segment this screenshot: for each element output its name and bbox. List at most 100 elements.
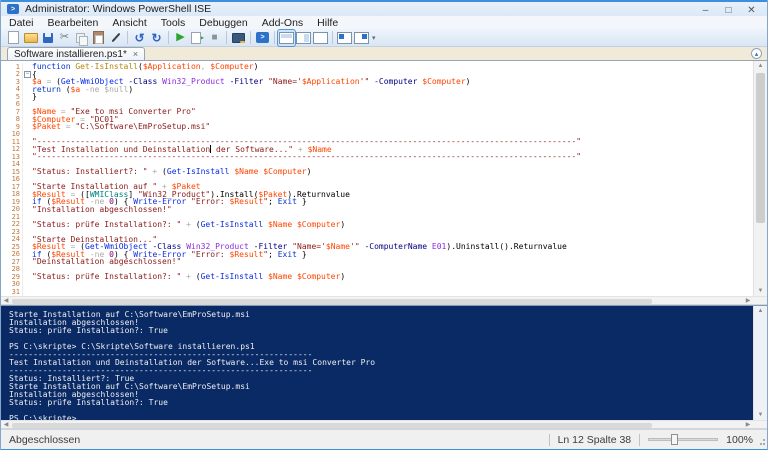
redo-icon[interactable]: ↻ [148,30,165,46]
tab-software-installieren[interactable]: Software installieren.ps1* × [7,47,145,60]
paste-icon[interactable] [90,30,107,46]
menu-bar: Datei Bearbeiten Ansicht Tools Debuggen Add-O… [1,16,767,29]
editor-horizontal-scrollbar[interactable]: ◀ ▶ [1,296,767,305]
console-scroll-down-icon[interactable]: ▼ [754,410,767,420]
status-bar: Abgeschlossen Ln 12 Spalte 38 100% [1,429,767,449]
console-scroll-up-icon[interactable]: ▲ [754,306,767,316]
layout-right-icon[interactable] [295,30,312,46]
toolbar-separator [332,31,333,44]
run-script-icon[interactable]: ▶ [172,30,189,46]
menu-hilfe[interactable]: Hilfe [317,17,338,29]
code-line[interactable]: 4return ($a -ne $null) [1,86,753,94]
code-line[interactable]: 31 [1,288,753,296]
zoom-slider-thumb[interactable] [671,434,678,445]
code-text: "Status: prüfe Installation?: " + (Get-I… [32,220,345,229]
status-separator [639,434,640,446]
menu-debuggen[interactable]: Debuggen [199,17,247,29]
console-scroll-right-icon[interactable]: ▶ [743,421,753,428]
code-line[interactable]: 15"Status: Installiert?: " + (Get-IsInst… [1,168,753,176]
line-column-indicator: Ln 12 Spalte 38 [558,434,632,446]
console-scroll-left-icon[interactable]: ◀ [1,421,11,428]
maximize-button[interactable]: □ [717,2,740,18]
console-line: Status: prüfe Installation?: True [9,399,767,407]
script-pane-toggle-button[interactable]: ▴ [751,48,762,59]
powershell-app-icon: > [7,4,19,14]
layout-max-icon[interactable] [312,30,329,46]
script-editor-pane[interactable]: 1function Get-IsInstall($Application, $C… [1,61,767,296]
window-title: Administrator: Windows PowerShell ISE [25,3,211,15]
toolbar-overflow-icon[interactable]: ▾ [372,34,376,42]
menu-tools[interactable]: Tools [161,17,186,29]
tab-label: Software installieren.ps1* [14,49,127,60]
undo-icon[interactable]: ↺ [131,30,148,46]
powershell-ise-window: > Administrator: Windows PowerShell ISE … [0,0,768,450]
code-text: $Paket = "C:\Software\EmProSetup.msi" [32,122,210,131]
title-bar[interactable]: > Administrator: Windows PowerShell ISE … [1,0,767,16]
zoom-slider[interactable] [648,438,718,441]
clear-console-icon[interactable] [107,30,124,46]
code-line[interactable]: 1function Get-IsInstall($Application, $C… [1,63,753,71]
save-icon[interactable] [39,30,56,46]
cut-icon[interactable]: ✂ [56,30,73,46]
code-line[interactable]: 9$Paket = "C:\Software\EmProSetup.msi" [1,123,753,131]
toolbar: ✂↺↻▶▶■>▾ [1,29,767,47]
code-text: "---------------------------------------… [32,152,581,161]
new-remote-tab-icon[interactable] [230,30,247,46]
code-line[interactable]: 5} [1,93,753,101]
scroll-left-icon[interactable]: ◀ [1,297,11,304]
menu-ansicht[interactable]: Ansicht [112,17,146,29]
new-script-icon[interactable] [5,30,22,46]
scroll-right-icon[interactable]: ▶ [743,297,753,304]
console-line: Status: prüfe Installation?: True [9,327,767,335]
status-text: Abgeschlossen [9,434,80,446]
console-hscroll-thumb[interactable] [12,423,652,428]
run-selection-icon[interactable]: ▶ [189,30,206,46]
code-text: "Status: Installiert?: " + (Get-IsInstal… [32,167,311,176]
line-number: 31 [1,288,23,296]
close-button[interactable]: ✕ [740,2,763,18]
code-text: "Status: prüfe Installation?: " + (Get-I… [32,272,345,281]
console-pane[interactable]: Starte Installation auf C:\Software\EmPr… [1,305,767,420]
stop-icon[interactable]: ■ [206,30,223,46]
console-horizontal-scrollbar[interactable]: ◀ ▶ [1,420,767,429]
editor-hscroll-thumb[interactable] [12,299,652,304]
open-script-icon[interactable] [22,30,39,46]
menu-bearbeiten[interactable]: Bearbeiten [48,17,99,29]
tab-strip: Software installieren.ps1* × ▴ [1,47,767,61]
code-text: return ($a -ne $null) [32,85,133,94]
fold-column: − [23,71,32,78]
code-line[interactable]: 20"Installation abgeschlossen!" [1,206,753,214]
toolbar-separator [168,31,169,44]
status-separator [549,434,550,446]
menu-datei[interactable]: Datei [9,17,34,29]
toolbar-separator [274,31,275,44]
code-line[interactable]: 30 [1,281,753,289]
resize-grip[interactable] [757,439,765,447]
code-text: "Deinstallation abgeschlossen!" [32,257,181,266]
code-line[interactable]: 22"Status: prüfe Installation?: " + (Get… [1,221,753,229]
tab-close-icon[interactable]: × [133,49,138,59]
scroll-down-icon[interactable]: ▼ [754,286,767,296]
copy-icon[interactable] [73,30,90,46]
script-pane-top-icon[interactable] [336,30,353,46]
console-line [9,407,767,415]
collapse-region-icon[interactable]: − [24,71,31,78]
toolbar-separator [127,31,128,44]
code-text: } [32,92,37,101]
editor-vertical-scrollbar[interactable]: ▲ ▼ [753,61,767,296]
toolbar-separator [226,31,227,44]
editor-vscroll-thumb[interactable] [756,73,765,223]
toolbar-separator [250,31,251,44]
console-vertical-scrollbar[interactable]: ▲ ▼ [753,306,767,420]
zoom-level: 100% [726,434,753,446]
code-line[interactable]: 13"-------------------------------------… [1,153,753,161]
scroll-up-icon[interactable]: ▲ [754,61,767,71]
menu-add-ons[interactable]: Add-Ons [262,17,303,29]
code-line[interactable]: 29"Status: prüfe Installation?: " + (Get… [1,273,753,281]
layout-top-icon[interactable] [278,30,295,46]
minimize-button[interactable]: – [694,2,717,18]
start-powershell-icon[interactable]: > [254,30,271,46]
script-pane-right-icon[interactable] [353,30,370,46]
code-text: function Get-IsInstall($Application, $Co… [32,62,258,71]
code-line[interactable]: 27"Deinstallation abgeschlossen!" [1,258,753,266]
